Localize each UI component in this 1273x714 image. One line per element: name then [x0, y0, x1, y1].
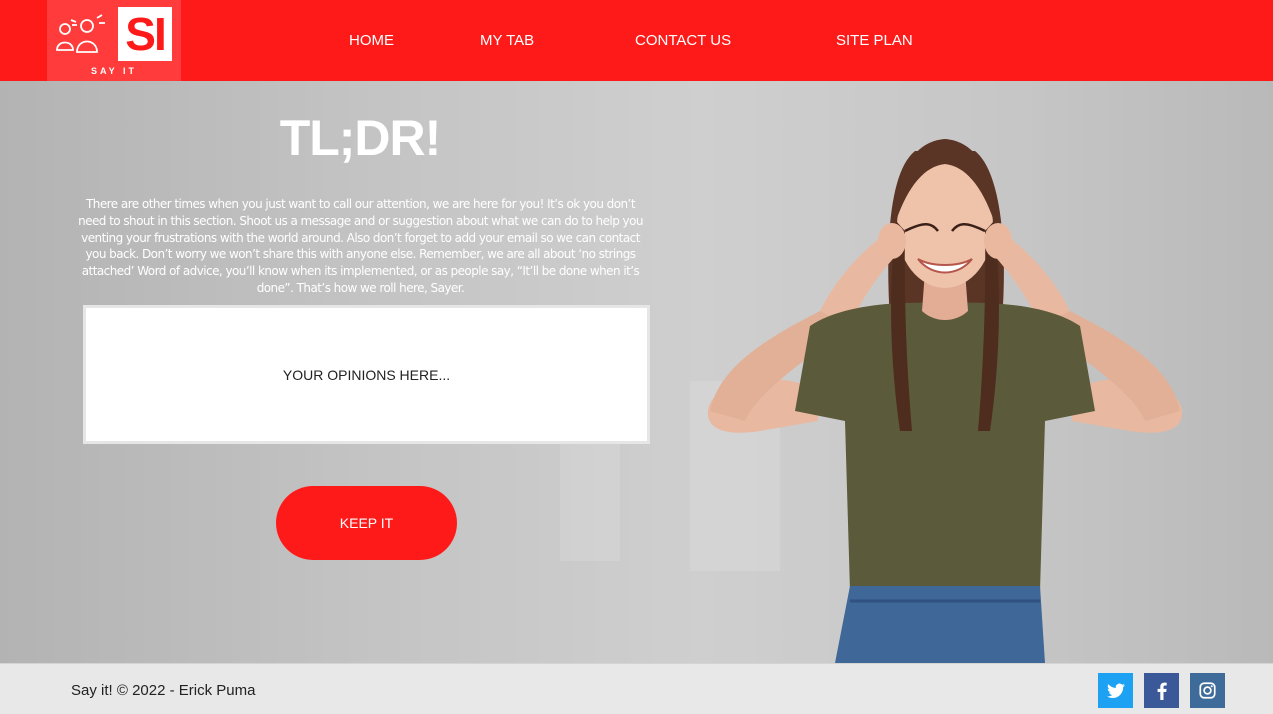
- keep-it-button[interactable]: KEEP IT: [276, 486, 457, 560]
- background-window-light: [560, 441, 620, 561]
- nav-site-plan[interactable]: SITE PLAN: [836, 32, 913, 49]
- instagram-link[interactable]: [1190, 673, 1225, 708]
- site-logo[interactable]: SI SAY IT: [47, 0, 181, 81]
- twitter-icon: [1106, 683, 1125, 698]
- nav-home[interactable]: HOME: [349, 32, 394, 49]
- copyright-text: Say it! © 2022 - Erick Puma: [71, 682, 256, 699]
- instagram-icon: [1199, 682, 1216, 699]
- people-talking-icon: [56, 14, 105, 53]
- site-footer: Say it! © 2022 - Erick Puma: [0, 663, 1273, 714]
- woman-covering-ears-photo: [707, 139, 1183, 663]
- site-header: SI SAY IT HOME MY TAB CONTACT US SITE PL…: [0, 0, 1273, 81]
- page-title: TL;DR!: [279, 110, 442, 166]
- intro-paragraph: There are other times when you just want…: [78, 197, 643, 295]
- logo-caption: SAY IT: [90, 66, 137, 76]
- nav-my-tab[interactable]: MY TAB: [480, 32, 534, 49]
- facebook-link[interactable]: [1144, 673, 1179, 708]
- hero-section: TL;DR! There are other times when you ju…: [0, 81, 1273, 663]
- facebook-icon: [1157, 682, 1167, 700]
- logo-letters: SI: [118, 7, 172, 61]
- twitter-link[interactable]: [1098, 673, 1133, 708]
- nav-contact-us[interactable]: CONTACT US: [635, 32, 731, 49]
- opinion-box[interactable]: [83, 305, 650, 444]
- opinion-input[interactable]: [86, 308, 647, 441]
